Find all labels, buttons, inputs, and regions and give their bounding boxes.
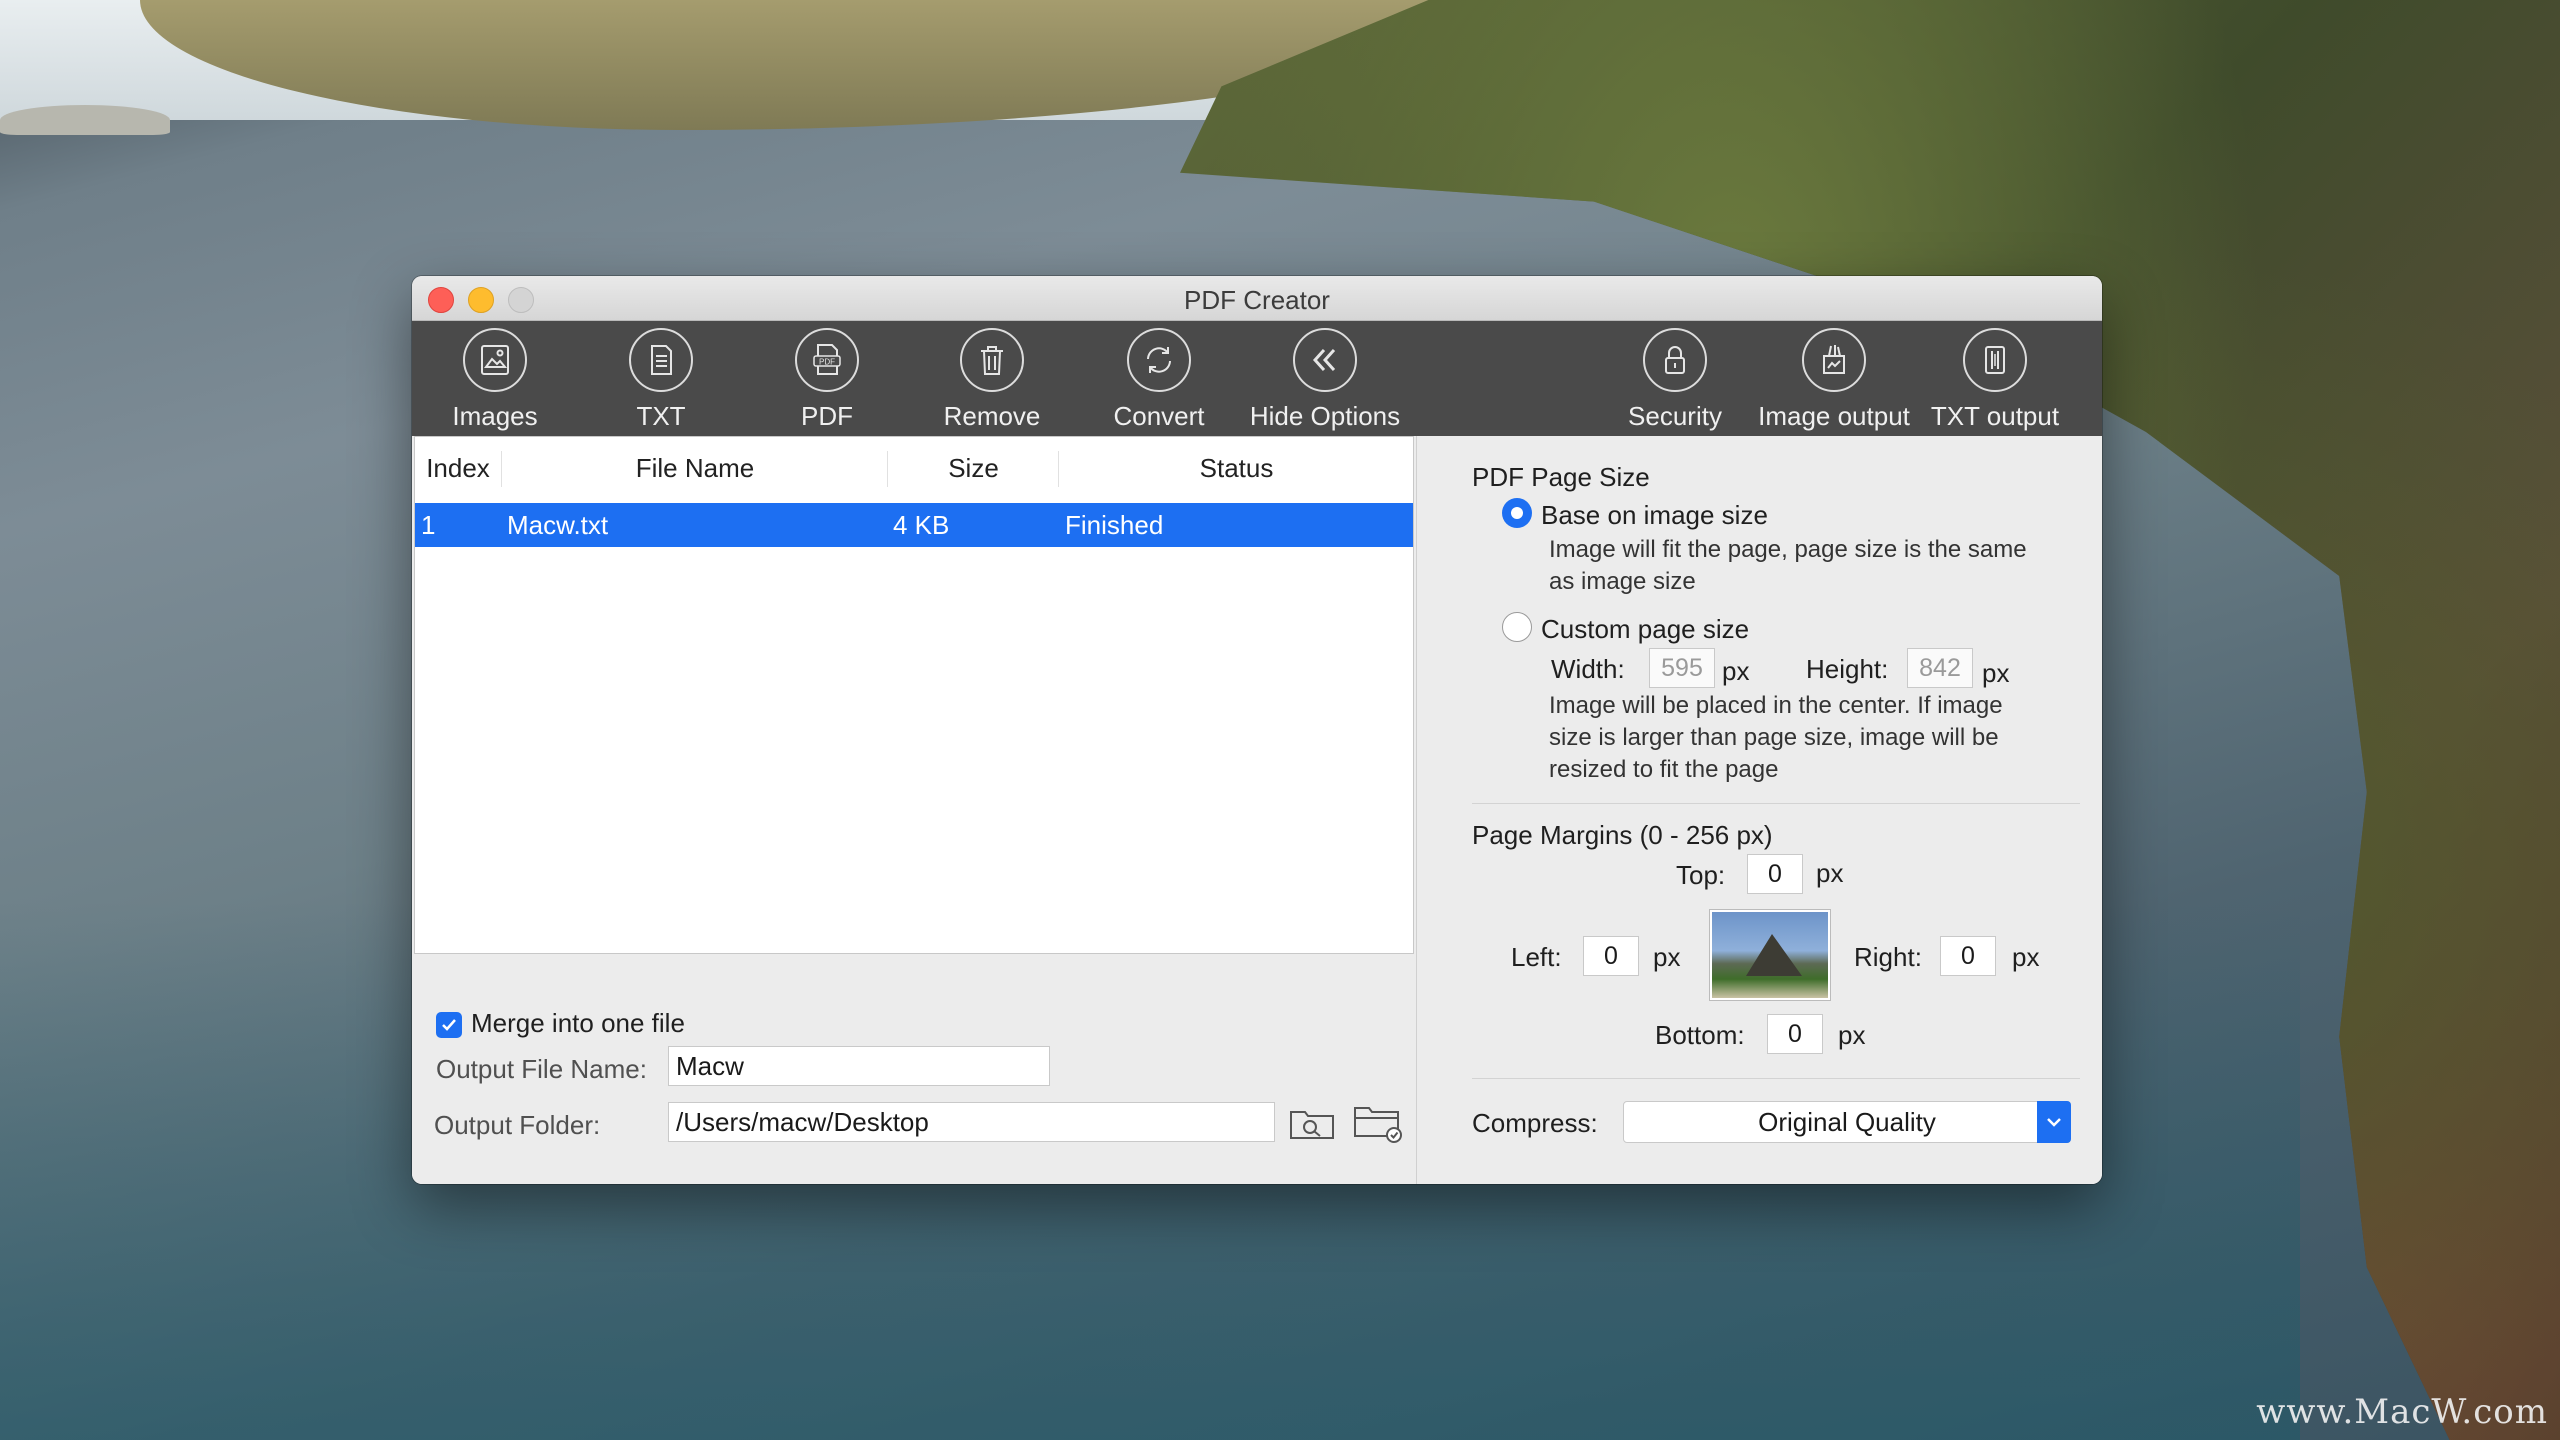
output-file-name-label: Output File Name:: [436, 1054, 647, 1084]
output-folder-field[interactable]: /Users/macw/Desktop: [668, 1102, 1275, 1142]
folder-search-icon: [1290, 1111, 1334, 1139]
top-margin-input[interactable]: 0: [1747, 854, 1803, 894]
toolbar: Images TXT PDF PDF Remove Convert Hide O…: [412, 321, 2102, 436]
margins-heading: Page Margins (0 - 256 px): [1472, 820, 1773, 850]
base-note-line-1: Image will fit the page, page size is th…: [1549, 536, 2027, 563]
app-window: PDF Creator Images TXT PDF PDF Remove Co…: [412, 276, 2102, 1184]
custom-note-line-2: size is larger than page size, image wil…: [1549, 724, 1999, 751]
trash-icon: [960, 328, 1024, 392]
image-output-icon: [1802, 328, 1866, 392]
page-preview-thumbnail: [1710, 910, 1830, 1000]
images-label: Images: [452, 401, 538, 431]
pdf-file-icon: PDF: [795, 328, 859, 392]
content-area: Index File Name Size Status 1 Macw.txt 4…: [412, 436, 2102, 1184]
compress-value: Original Quality: [1758, 1107, 1936, 1137]
file-panel: Index File Name Size Status 1 Macw.txt 4…: [412, 436, 1416, 1184]
svg-text:PDF: PDF: [819, 358, 835, 367]
custom-note-line-3: resized to fit the page: [1549, 756, 1779, 783]
image-output-button[interactable]: Image output: [1754, 321, 1914, 436]
width-label: Width:: [1551, 654, 1625, 684]
browse-folder-button[interactable]: [1288, 1102, 1336, 1142]
custom-page-size-radio[interactable]: [1502, 612, 1532, 642]
right-margin-unit: px: [2012, 942, 2040, 972]
open-folder-button[interactable]: [1352, 1102, 1402, 1143]
chevron-down-icon: [2037, 1101, 2071, 1143]
output-folder-label: Output Folder:: [434, 1110, 601, 1140]
title-bar: PDF Creator: [412, 276, 2102, 321]
base-on-image-size-label: Base on image size: [1541, 500, 1768, 530]
txt-output-label: TXT output: [1930, 401, 2060, 431]
top-margin-unit: px: [1816, 858, 1844, 888]
convert-label: Convert: [1113, 401, 1205, 431]
width-input[interactable]: 595: [1649, 648, 1715, 688]
height-unit: px: [1982, 658, 2010, 688]
left-margin-input[interactable]: 0: [1583, 936, 1639, 976]
images-button[interactable]: Images: [415, 321, 575, 436]
table-row[interactable]: 1 Macw.txt 4 KB Finished: [415, 503, 1413, 547]
cell-size: 4 KB: [893, 510, 950, 540]
height-input[interactable]: 842: [1907, 648, 1973, 688]
folder-open-icon: [1354, 1107, 1402, 1143]
lock-icon: [1643, 328, 1707, 392]
window-title: PDF Creator: [1184, 285, 1330, 315]
hide-options-label: Hide Options: [1249, 401, 1401, 431]
watermark: www.MacW.com: [2256, 1392, 2548, 1432]
merge-label: Merge into one file: [471, 1008, 685, 1038]
column-header-status[interactable]: Status: [1058, 451, 1414, 487]
compress-dropdown[interactable]: Original Quality: [1623, 1101, 2071, 1143]
security-label: Security: [1628, 401, 1722, 431]
remove-label: Remove: [943, 401, 1041, 431]
txt-label: TXT: [636, 401, 686, 431]
txt-button[interactable]: TXT: [581, 321, 741, 436]
hide-options-button[interactable]: Hide Options: [1245, 321, 1405, 436]
checkmark-icon: [442, 1019, 456, 1031]
text-file-icon: [629, 328, 693, 392]
image-icon: [463, 328, 527, 392]
bottom-margin-label: Bottom:: [1655, 1020, 1745, 1050]
right-margin-label: Right:: [1854, 942, 1922, 972]
bottom-margin-unit: px: [1838, 1020, 1866, 1050]
table-header: Index File Name Size Status: [415, 437, 1413, 504]
right-margin-input[interactable]: 0: [1940, 936, 1996, 976]
compress-label: Compress:: [1472, 1108, 1598, 1138]
section-divider: [1472, 803, 2080, 804]
top-margin-label: Top:: [1676, 860, 1726, 890]
left-margin-unit: px: [1653, 942, 1681, 972]
pdf-label: PDF: [801, 401, 853, 431]
cell-file-name: Macw.txt: [507, 510, 609, 540]
custom-note-line-1: Image will be placed in the center. If i…: [1549, 692, 2003, 719]
section-divider-2: [1472, 1078, 2080, 1079]
column-header-file-name[interactable]: File Name: [501, 451, 888, 487]
custom-page-size-label: Custom page size: [1541, 614, 1750, 644]
txt-output-icon: [1963, 328, 2027, 392]
column-header-size[interactable]: Size: [887, 451, 1059, 487]
bottom-margin-input[interactable]: 0: [1767, 1014, 1823, 1054]
pdf-button[interactable]: PDF PDF: [747, 321, 907, 436]
cell-status: Finished: [1065, 510, 1164, 540]
page-size-heading: PDF Page Size: [1472, 462, 1650, 492]
desktop-islet: [0, 105, 170, 135]
left-margin-label: Left:: [1511, 942, 1562, 972]
column-header-index[interactable]: Index: [415, 437, 501, 503]
options-panel: PDF Page Size Base on image size Image w…: [1417, 436, 2102, 1184]
base-on-image-size-radio[interactable]: [1502, 498, 1532, 528]
convert-button[interactable]: Convert: [1079, 321, 1239, 436]
double-chevron-left-icon: [1293, 328, 1357, 392]
remove-button[interactable]: Remove: [912, 321, 1072, 436]
merge-checkbox[interactable]: [436, 1012, 462, 1038]
convert-icon: [1127, 328, 1191, 392]
base-note-line-2: as image size: [1549, 568, 1696, 595]
width-unit: px: [1722, 656, 1750, 686]
output-file-name-field[interactable]: Macw: [668, 1046, 1050, 1086]
cell-index: 1: [421, 510, 436, 540]
height-label: Height:: [1806, 654, 1889, 684]
file-table[interactable]: Index File Name Size Status 1 Macw.txt 4…: [414, 436, 1414, 954]
security-button[interactable]: Security: [1595, 321, 1755, 436]
image-output-label: Image output: [1758, 401, 1910, 431]
txt-output-button[interactable]: TXT output: [1915, 321, 2075, 436]
